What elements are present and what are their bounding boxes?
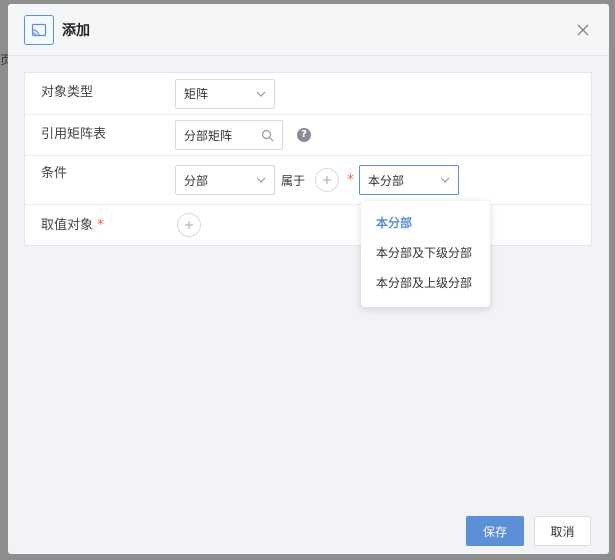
- value-object-label: 取值对象 *: [25, 205, 175, 245]
- condition-field-select[interactable]: 分部: [175, 165, 275, 195]
- condition-value-select[interactable]: 本分部: [359, 165, 460, 195]
- object-type-label: 对象类型: [41, 85, 94, 100]
- dropdown-option[interactable]: 本分部: [361, 208, 490, 238]
- dialog-header: 添加: [8, 4, 609, 56]
- dropdown-option[interactable]: 本分部及下级分部: [361, 238, 490, 268]
- condition-operator: 属于: [281, 173, 306, 188]
- chevron-down-icon: [256, 91, 266, 97]
- add-dialog: 添加 对象类型 矩阵 引用矩阵表 分部矩阵 ? 条件 分部 属于 * 本分部 取…: [8, 4, 609, 554]
- plus-icon: [323, 176, 332, 184]
- value-object-label-text: 取值对象: [41, 218, 94, 233]
- plus-icon: [185, 221, 193, 229]
- form-row-value-object: 取值对象 *: [25, 205, 591, 245]
- condition-value: 本分部: [368, 173, 405, 188]
- cancel-button[interactable]: 取消: [534, 516, 591, 546]
- chevron-down-icon: [440, 177, 450, 183]
- condition-label: 条件: [41, 166, 68, 181]
- add-value-object-button[interactable]: [177, 213, 201, 237]
- chevron-down-icon: [256, 177, 266, 183]
- form-table: 对象类型 矩阵 引用矩阵表 分部矩阵 ? 条件 分部 属于 * 本分部 取值对象…: [24, 72, 592, 246]
- search-icon[interactable]: [261, 129, 274, 142]
- form-row-matrix-table: 引用矩阵表 分部矩阵 ?: [25, 115, 591, 156]
- form-row-condition: 条件 分部 属于 * 本分部: [25, 156, 591, 205]
- object-type-select[interactable]: 矩阵: [175, 78, 275, 109]
- close-icon[interactable]: [575, 22, 591, 38]
- dialog-title: 添加: [62, 22, 90, 39]
- help-icon[interactable]: ?: [297, 128, 311, 142]
- required-mark: *: [347, 172, 355, 188]
- save-button[interactable]: 保存: [466, 516, 524, 546]
- matrix-table-value: 分部矩阵: [184, 128, 233, 143]
- dropdown-option[interactable]: 本分部及上级分部: [361, 268, 490, 298]
- condition-value-dropdown: 本分部 本分部及下级分部 本分部及上级分部: [361, 201, 490, 307]
- required-mark: *: [97, 217, 105, 233]
- condition-field-value: 分部: [184, 173, 209, 188]
- add-condition-button[interactable]: [315, 168, 340, 192]
- form-row-object-type: 对象类型 矩阵: [25, 73, 591, 115]
- matrix-table-input[interactable]: 分部矩阵: [175, 120, 283, 150]
- cast-icon: [24, 14, 54, 45]
- object-type-value: 矩阵: [184, 87, 209, 101]
- matrix-table-label: 引用矩阵表: [41, 127, 107, 142]
- backdrop-edge-text: 页: [0, 53, 13, 67]
